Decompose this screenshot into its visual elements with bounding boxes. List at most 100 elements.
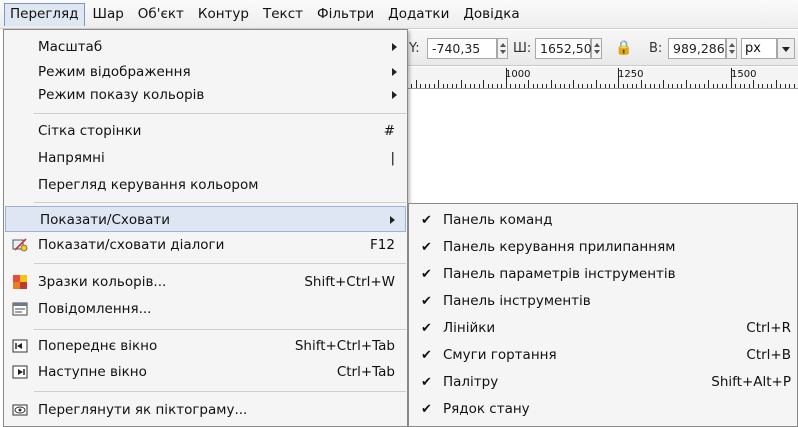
- menu-item-label: Перегляд керування кольором: [38, 177, 259, 193]
- menu-item-icon-preview[interactable]: Переглянути як піктограму...: [4, 397, 407, 423]
- ruler-tick: [532, 84, 534, 88]
- ruler-tick: [474, 84, 475, 88]
- previous-window-icon: [12, 339, 28, 353]
- menu-item-next-window[interactable]: Наступне вікно Ctrl+Tab: [4, 359, 407, 385]
- ruler-tick: [496, 84, 498, 88]
- submenu-item-label: Смуги гортання: [443, 347, 557, 363]
- y-input[interactable]: -740,35: [427, 38, 497, 59]
- ruler-tick: [411, 84, 412, 88]
- menu-item-label: Переглянути як піктограму...: [38, 402, 248, 418]
- ruler-tick: [703, 84, 705, 88]
- menu-path[interactable]: Контур: [192, 3, 255, 25]
- check-icon: ✔: [421, 348, 432, 363]
- ruler-tick: [672, 84, 673, 88]
- menu-object[interactable]: Об'єкт: [132, 3, 190, 25]
- ruler-tick: [420, 84, 421, 88]
- menu-item-color-managed-view[interactable]: Перегляд керування кольором: [4, 172, 407, 198]
- ruler-tick: [685, 80, 687, 88]
- submenu-item-statusbar[interactable]: ✔ Рядок стану: [409, 396, 797, 423]
- ruler-tick: [609, 84, 610, 88]
- menu-item-guides[interactable]: Напрямні |: [4, 145, 407, 171]
- submenu-item-label: Панель команд: [443, 212, 553, 228]
- menu-filters[interactable]: Фільтри: [311, 3, 380, 25]
- menu-separator: [34, 263, 406, 264]
- ruler-tick: [766, 84, 768, 88]
- ruler-tick: [744, 84, 745, 88]
- ruler-tick: [510, 84, 511, 88]
- submenu-item-tool-controls-bar[interactable]: ✔ Панель параметрів інструментів: [409, 261, 797, 288]
- submenu-item-rulers[interactable]: ✔ Лінійки Ctrl+R: [409, 315, 797, 342]
- submenu-item-commands-bar[interactable]: ✔ Панель команд: [409, 207, 797, 234]
- menu-bar: Перегляд Шар Об'єкт Контур Текст Фільтри…: [0, 0, 798, 29]
- ruler-tick: [582, 84, 583, 88]
- ruler-tick: [753, 80, 754, 88]
- ruler-tick: [568, 84, 570, 88]
- menu-item-messages[interactable]: Повідомлення...: [4, 296, 407, 322]
- menu-item-show-hide[interactable]: Показати/Сховати: [5, 206, 406, 232]
- ruler-tick: [717, 84, 718, 88]
- menu-item-color-display-mode[interactable]: Режим показу кольорів: [4, 82, 407, 108]
- submenu-item-scrollbars[interactable]: ✔ Смуги гортання Ctrl+B: [409, 342, 797, 369]
- ruler-tick: [442, 84, 444, 88]
- ruler-tick: [658, 84, 660, 88]
- menu-item-zoom[interactable]: Масштаб: [4, 34, 407, 60]
- submenu-item-label: Рядок стану: [443, 401, 530, 417]
- check-icon: ✔: [421, 213, 432, 228]
- ruler-tick: [438, 80, 439, 88]
- width-input[interactable]: 1652,50: [535, 38, 592, 59]
- ruler-tick: [537, 84, 538, 88]
- horizontal-ruler[interactable]: 1000 1250 1500: [405, 67, 798, 89]
- ruler-tick: [528, 80, 529, 88]
- unit-select[interactable]: px: [741, 38, 777, 59]
- menu-layer[interactable]: Шар: [87, 3, 130, 25]
- height-input[interactable]: 989,286: [668, 38, 726, 59]
- width-spin-button[interactable]: [591, 38, 602, 59]
- ruler-tick: [739, 84, 741, 88]
- icon-preview-icon: [12, 404, 28, 416]
- menu-view[interactable]: Перегляд: [4, 2, 85, 26]
- menu-item-show-hide-dialogs[interactable]: Показати/сховати діалоги F12: [4, 232, 407, 258]
- ruler-tick: [483, 80, 484, 88]
- menu-text[interactable]: Текст: [257, 3, 309, 25]
- menu-separator: [34, 113, 406, 114]
- ruler-tick: [519, 84, 520, 88]
- y-spin-button[interactable]: [497, 38, 508, 59]
- menu-separator: [34, 329, 406, 330]
- check-icon: ✔: [421, 294, 432, 309]
- menu-item-previous-window[interactable]: Попереднє вікно Shift+Ctrl+Tab: [4, 333, 407, 359]
- ruler-label: 1000: [505, 69, 531, 80]
- lock-icon[interactable]: 🔒: [615, 38, 632, 59]
- menu-extensions[interactable]: Додатки: [382, 3, 455, 25]
- height-spin-button[interactable]: [726, 38, 737, 59]
- ruler-label: 1500: [731, 69, 757, 80]
- shortcut-label: Shift+Ctrl+Tab: [294, 338, 395, 354]
- menu-separator: [34, 391, 406, 392]
- submenu-item-label: Панель керування прилипанням: [443, 239, 676, 255]
- ruler-tick: [789, 84, 790, 88]
- submenu-item-snap-controls-bar[interactable]: ✔ Панель керування прилипанням: [409, 234, 797, 261]
- menu-item-label: Сітка сторінки: [38, 123, 142, 139]
- chevron-down-icon[interactable]: [777, 38, 795, 59]
- check-icon: ✔: [421, 240, 432, 255]
- ruler-tick: [555, 84, 556, 88]
- dialogs-toggle-icon: [12, 238, 28, 252]
- menu-separator: [34, 202, 406, 203]
- menu-help[interactable]: Довідка: [457, 3, 525, 25]
- menu-item-label: Попереднє вікно: [38, 338, 158, 354]
- ruler-tick: [469, 84, 471, 88]
- submenu-item-toolbox[interactable]: ✔ Панель інструментів: [409, 288, 797, 315]
- ruler-tick: [541, 84, 543, 88]
- ruler-tick: [487, 84, 489, 88]
- ruler-tick: [645, 84, 646, 88]
- submenu-item-palette[interactable]: ✔ Палітру Shift+Alt+P: [409, 369, 797, 396]
- ruler-tick: [654, 84, 655, 88]
- ruler-tick: [456, 84, 457, 88]
- menu-item-label: Зразки кольорів...: [38, 274, 167, 290]
- menu-item-page-grid[interactable]: Сітка сторінки #: [4, 118, 407, 144]
- ruler-tick: [424, 84, 426, 88]
- menu-item-swatches[interactable]: Зразки кольорів... Shift+Ctrl+W: [4, 269, 407, 295]
- submenu-arrow-icon: [392, 68, 397, 76]
- shortcut-label: |: [390, 150, 395, 166]
- ruler-tick: [780, 84, 781, 88]
- ruler-tick: [618, 68, 619, 88]
